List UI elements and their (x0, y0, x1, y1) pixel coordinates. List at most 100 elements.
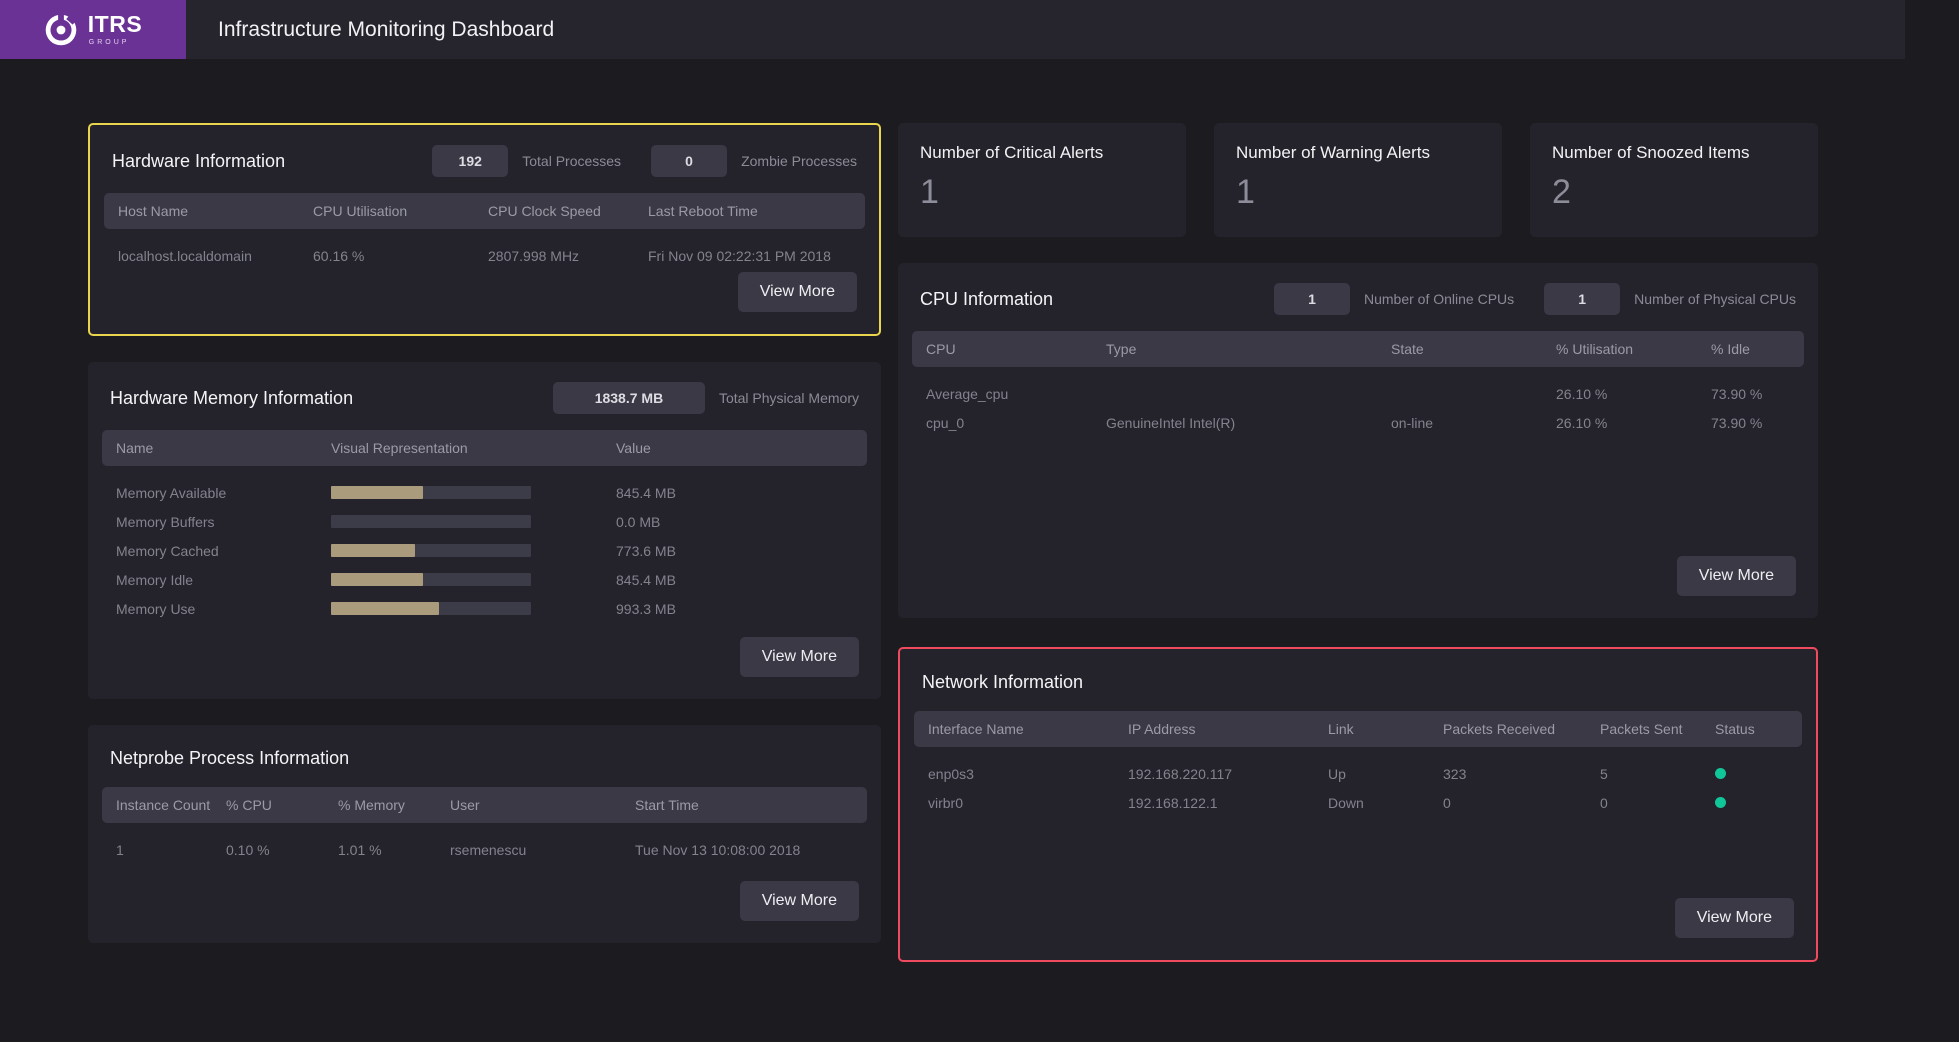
column-link: Link (1314, 711, 1429, 747)
kpi-physical-cpus: 1 Number of Physical CPUs (1544, 283, 1796, 315)
cell-cpu-utilisation: 60.16 % (313, 247, 365, 264)
table-row: Memory Use 993.3 MB (102, 594, 867, 623)
table-row: localhost.localdomain 60.16 % 2807.998 M… (104, 229, 865, 270)
memory-bar-fill (331, 602, 439, 615)
dashboard-canvas: Hardware Information 192 Total Processes… (0, 59, 1959, 1042)
view-more-button-network-information[interactable]: View More (1674, 898, 1794, 938)
table-row: Memory Available 845.4 MB (102, 466, 867, 507)
table-row: Memory Idle 845.4 MB (102, 565, 867, 594)
hardware-information-actions: View More (716, 272, 879, 334)
itrs-gear-icon (45, 12, 77, 45)
column-packets-sent: Packets Sent (1586, 711, 1701, 747)
hardware-memory-kpis: 1838.7 MB Total Physical Memory (552, 382, 859, 414)
network-information-table: Interface Name IP Address Link Packets R… (914, 711, 1802, 817)
kpi-physical-cpus-label: Number of Physical CPUs (1634, 291, 1796, 307)
kpi-online-cpus-value: 1 (1274, 283, 1350, 315)
cpu-information-kpis: 1 Number of Online CPUs 1 Number of Phys… (1274, 283, 1796, 315)
kpi-total-processes-value: 192 (432, 145, 509, 177)
column-host-name: Host Name (104, 193, 299, 229)
cell-memory-name: Memory Buffers (116, 513, 215, 530)
column-value: Value (602, 430, 867, 466)
column-cpu-clock-speed: CPU Clock Speed (474, 193, 634, 229)
cell-ip-address: 192.168.220.117 (1128, 765, 1233, 782)
cell-pct-memory: 1.01 % (338, 841, 382, 858)
column-utilisation: % Utilisation (1542, 331, 1697, 367)
column-interface-name: Interface Name (914, 711, 1114, 747)
cell-cpu: Average_cpu (926, 385, 1009, 402)
table-row: Average_cpu 26.10 % 73.90 % (912, 367, 1804, 408)
hardware-information-kpis: 192 Total Processes 0 Zombie Processes (432, 145, 857, 177)
table-row: virbr0 192.168.122.1 Down 0 0 (914, 788, 1802, 817)
cell-memory-value: 0.0 MB (616, 513, 661, 530)
cell-type: GenuineIntel Intel(R) (1106, 414, 1236, 431)
table-row: cpu_0 GenuineIntel Intel(R) on-line 26.1… (912, 408, 1804, 437)
hardware-memory-table: Name Visual Representation Value Memory … (102, 430, 867, 623)
cell-utilisation: 26.10 % (1556, 414, 1608, 431)
cell-memory-value: 845.4 MB (616, 571, 676, 588)
view-more-button-netprobe[interactable]: View More (739, 881, 859, 921)
kpi-online-cpus-label: Number of Online CPUs (1364, 291, 1515, 307)
hardware-memory-actions: View More (718, 637, 881, 699)
netprobe-table: Instance Count % CPU % Memory User Start… (102, 787, 867, 864)
cell-memory-name: Memory Use (116, 600, 196, 617)
cell-packets-sent: 0 (1600, 794, 1608, 811)
netprobe-actions: View More (718, 881, 881, 943)
brand-logo[interactable]: ITRS GROUP (0, 0, 186, 59)
cpu-information-header: CPU Information 1 Number of Online CPUs … (898, 263, 1818, 325)
column-ip-address: IP Address (1114, 711, 1314, 747)
panel-network-information: Network Information Interface Name IP Ad… (898, 647, 1818, 962)
status-dot-icon (1715, 796, 1726, 808)
memory-bar-fill (331, 544, 415, 557)
table-header-row: Interface Name IP Address Link Packets R… (914, 711, 1802, 747)
stat-card-snoozed-items[interactable]: Number of Snoozed Items 2 (1530, 123, 1818, 237)
network-information-actions: View More (1653, 898, 1816, 960)
panel-hardware-memory-information: Hardware Memory Information 1838.7 MB To… (88, 362, 881, 699)
status-dot-icon (1715, 767, 1726, 779)
cell-host-name: localhost.localdomain (118, 247, 252, 264)
table-header-row: Instance Count % CPU % Memory User Start… (102, 787, 867, 823)
view-more-button-cpu-information[interactable]: View More (1676, 556, 1796, 596)
cell-memory-bar (317, 466, 602, 507)
view-more-button-hardware-information[interactable]: View More (737, 272, 857, 312)
cell-memory-value: 773.6 MB (616, 542, 676, 559)
hardware-information-title: Hardware Information (112, 150, 286, 171)
memory-bar-track (331, 573, 531, 586)
stat-card-critical-alerts[interactable]: Number of Critical Alerts 1 (898, 123, 1186, 237)
cell-memory-name: Memory Idle (116, 571, 194, 588)
brand-name: ITRS (87, 11, 143, 37)
cell-status (1701, 788, 1802, 817)
cell-memory-bar (317, 594, 602, 623)
kpi-online-cpus: 1 Number of Online CPUs (1274, 283, 1514, 315)
kpi-total-physical-memory: 1838.7 MB Total Physical Memory (552, 382, 859, 414)
table-row: enp0s3 192.168.220.117 Up 323 5 (914, 747, 1802, 788)
network-information-title: Network Information (922, 671, 1084, 692)
network-information-header: Network Information (900, 649, 1816, 705)
memory-bar-fill (331, 486, 423, 499)
column-last-reboot-time: Last Reboot Time (634, 193, 865, 229)
cell-state: on-line (1391, 414, 1434, 431)
cpu-information-actions: View More (1655, 556, 1818, 618)
table-row: 1 0.10 % 1.01 % rsemenescu Tue Nov 13 10… (102, 823, 867, 864)
cell-type (1092, 367, 1377, 408)
column-user: User (436, 787, 621, 823)
hardware-memory-rows: Memory Available 845.4 MB Memory Buffers… (102, 466, 867, 623)
cell-idle: 73.90 % (1711, 414, 1763, 431)
stat-card-warning-alerts-title: Number of Warning Alerts (1236, 143, 1430, 162)
kpi-total-processes: 192 Total Processes (432, 145, 621, 177)
stat-card-snoozed-items-value: 2 (1552, 173, 1571, 211)
cell-link: Up (1328, 765, 1346, 782)
view-more-button-hardware-memory[interactable]: View More (739, 637, 859, 677)
memory-bar-track (331, 515, 531, 528)
panel-netprobe-process-information: Netprobe Process Information Instance Co… (88, 725, 881, 943)
hardware-information-table: Host Name CPU Utilisation CPU Clock Spee… (104, 193, 865, 270)
hardware-memory-title: Hardware Memory Information (110, 387, 354, 408)
cell-pct-cpu: 0.10 % (226, 841, 270, 858)
panel-cpu-information: CPU Information 1 Number of Online CPUs … (898, 263, 1818, 618)
kpi-zombie-processes-label: Zombie Processes (741, 153, 857, 169)
hardware-memory-header: Hardware Memory Information 1838.7 MB To… (88, 362, 881, 424)
cell-user: rsemenescu (450, 841, 527, 858)
stat-card-warning-alerts[interactable]: Number of Warning Alerts 1 (1214, 123, 1502, 237)
column-cpu-utilisation: CPU Utilisation (299, 193, 474, 229)
cell-ip-address: 192.168.122.1 (1128, 794, 1218, 811)
stat-card-snoozed-items-title: Number of Snoozed Items (1552, 143, 1750, 162)
